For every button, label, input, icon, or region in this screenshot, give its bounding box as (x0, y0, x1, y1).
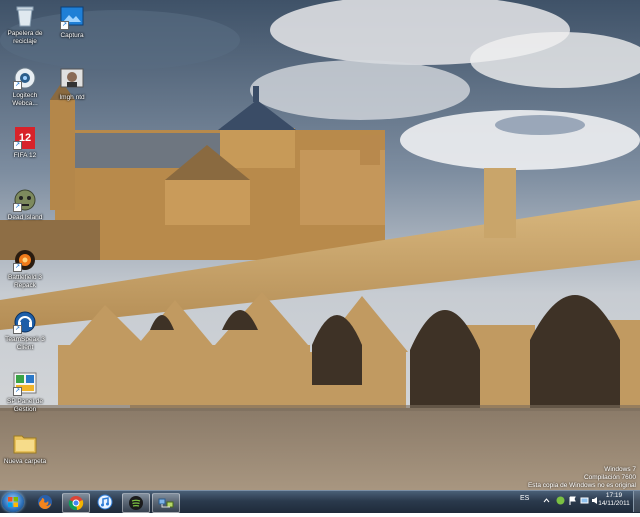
fifa-icon: 12 ↗ (13, 126, 37, 150)
tray-action-center-flag-icon[interactable] (568, 496, 577, 505)
windows-logo-icon (8, 497, 18, 507)
desktop-icon-label: TeamSpeak 3 Client (5, 336, 45, 351)
shortcut-arrow-icon: ↗ (13, 387, 22, 396)
shortcut-arrow-icon: ↗ (13, 81, 22, 90)
teamspeak-icon: ↗ (13, 310, 37, 334)
show-desktop-button[interactable] (633, 491, 640, 512)
desktop-icon-label: Imgh ntd (59, 94, 85, 101)
desktop-icon-label: FIFA 12 (13, 152, 37, 159)
tray-spotify-icon[interactable] (556, 496, 565, 505)
shortcut-arrow-icon: ↗ (60, 21, 69, 30)
start-button[interactable] (2, 492, 24, 512)
desktop-icon-captura[interactable]: ↗ Captura (47, 6, 97, 40)
shortcut-arrow-icon: ↗ (13, 325, 22, 334)
taskbar-itunes-button[interactable] (92, 493, 118, 511)
recycle-bin-icon (13, 4, 37, 28)
watermark-genuine-notice: Esta copia de Windows no es original (527, 482, 636, 489)
desktop-icon-label: Logitech Webca... (12, 92, 38, 107)
taskbar-network-app-button[interactable] (152, 493, 180, 513)
desktop-icon-fifa12[interactable]: 12 ↗ FIFA 12 (0, 126, 50, 160)
windows-watermark: Windows 7 Compilación 7600 Esta copia de… (528, 466, 636, 490)
desktop-icon-label: Nueva carpeta (3, 458, 47, 465)
shortcut-arrow-icon: ↗ (13, 263, 22, 272)
taskbar-chrome-button[interactable] (62, 493, 90, 513)
webcam-icon: ↗ (13, 66, 37, 90)
clock-time: 17:19 (605, 492, 623, 499)
desktop-icon-image-file[interactable]: Imgh ntd (47, 68, 97, 102)
desktop-icon-label: SP Panel de Gestion (6, 398, 44, 413)
desktop-icon-label: Dead Island (7, 214, 43, 221)
shortcut-arrow-icon: ↗ (13, 141, 22, 150)
watermark-build: Compilación 7600 (583, 474, 636, 481)
desktop-icon-label: Papelera de reciclaje (7, 30, 43, 45)
desktop-icon-sp-panel[interactable]: ↗ SP Panel de Gestion (0, 372, 50, 413)
clock-date: 14/11/2011 (598, 500, 630, 507)
desktop-icon-battlefield3[interactable]: ↗ Battlefield 3 Repack (0, 248, 50, 289)
zombie-icon: ↗ (13, 188, 37, 212)
taskbar-clock[interactable]: 17:19 14/11/2011 (596, 492, 632, 508)
firefox-icon (38, 495, 52, 509)
desktop-icon-teamspeak3[interactable]: ↗ TeamSpeak 3 Client (0, 310, 50, 351)
itunes-icon (97, 494, 113, 510)
capture-icon: ↗ (60, 6, 84, 30)
face-photo-icon (60, 68, 84, 92)
taskbar-firefox-button[interactable] (32, 493, 58, 511)
desktop-icon-recycle-bin[interactable]: Papelera de reciclaje (0, 4, 50, 45)
folder-icon (13, 432, 37, 456)
sp-panel-icon: ↗ (13, 372, 37, 396)
tray-network-icon[interactable] (580, 496, 589, 505)
desktop-icon-dead-island[interactable]: ↗ Dead Island (0, 188, 50, 222)
spotify-icon (129, 496, 143, 510)
taskbar-spotify-button[interactable] (122, 493, 150, 513)
watermark-edition: Windows 7 (604, 466, 636, 473)
desktop-icon-label: Battlefield 3 Repack (8, 274, 42, 289)
tray-hidden-icons-chevron-icon[interactable] (542, 496, 551, 505)
desktop-icon-label: Captura (60, 32, 84, 39)
battlefield-icon: ↗ (13, 248, 37, 272)
chrome-icon (68, 496, 84, 511)
shortcut-arrow-icon: ↗ (13, 203, 22, 212)
network-app-icon (158, 498, 174, 508)
desktop-icon-logitech-webcam[interactable]: ↗ Logitech Webca... (0, 66, 50, 107)
language-indicator[interactable]: ES (520, 495, 529, 502)
desktop-icon-new-folder[interactable]: Nueva carpeta (0, 432, 50, 466)
